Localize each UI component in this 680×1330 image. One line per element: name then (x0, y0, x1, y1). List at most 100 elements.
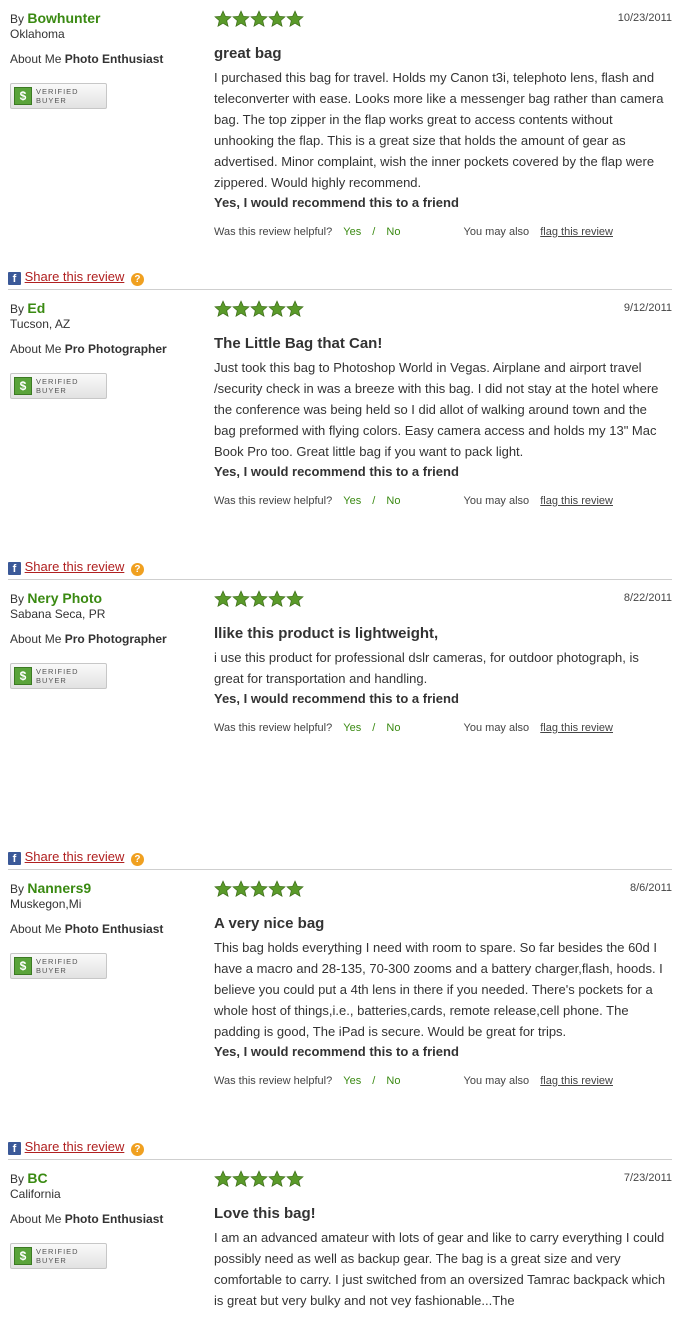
star-icon (214, 880, 232, 898)
help-icon[interactable]: ? (130, 273, 144, 286)
about-me-value: Pro Photographer (64, 632, 167, 646)
star-rating (214, 10, 672, 32)
flag-review-link[interactable]: flag this review (540, 226, 613, 238)
star-icon (232, 880, 250, 898)
review-title: A very nice bag (214, 915, 325, 932)
reviewer-name[interactable]: Ed (27, 300, 45, 316)
review-title: great bag (214, 45, 282, 62)
facebook-icon[interactable]: f (8, 272, 21, 285)
verified-label: VERIFIED (36, 87, 79, 96)
share-review-link[interactable]: Share this review (25, 269, 125, 284)
reviewer-name[interactable]: Bowhunter (27, 10, 100, 26)
helpful-no-link[interactable]: No (386, 1075, 400, 1087)
helpful-no-link[interactable]: No (386, 226, 400, 238)
help-icon[interactable]: ? (130, 563, 144, 576)
review-body: This bag holds everything I need with ro… (214, 940, 663, 1039)
verified-buyer-badge: $ VERIFIED BUYER (10, 83, 107, 109)
buyer-label: BUYER (36, 386, 67, 395)
share-review-link[interactable]: Share this review (25, 1139, 125, 1154)
about-me-value: Pro Photographer (64, 342, 167, 356)
dollar-icon: $ (14, 1247, 32, 1265)
reviewer-name[interactable]: BC (27, 1170, 47, 1186)
share-row: f Share this review ? (8, 269, 144, 286)
helpful-no-link[interactable]: No (386, 495, 400, 507)
reviewer-location: Muskegon,Mi (10, 897, 82, 911)
verified-buyer-badge: $ VERIFIED BUYER (10, 663, 107, 689)
star-icon (214, 300, 232, 318)
helpful-yes-link[interactable]: Yes (343, 722, 361, 734)
star-icon (268, 880, 286, 898)
helpful-separator: / (372, 226, 376, 238)
review-body: Just took this bag to Photoshop World in… (214, 360, 659, 459)
reviews-list: By Bowhunter Oklahoma About Me Photo Ent… (0, 0, 680, 1330)
share-review-link[interactable]: Share this review (25, 559, 125, 574)
star-icon (268, 1170, 286, 1188)
facebook-icon[interactable]: f (8, 1142, 21, 1155)
reviewer-location: Sabana Seca, PR (10, 607, 106, 621)
verified-buyer-badge: $ VERIFIED BUYER (10, 373, 107, 399)
reviewer-location: California (10, 1187, 61, 1201)
star-icon (250, 1170, 268, 1188)
review-content: 7/23/2011 Love this bag! I am an advance… (214, 1170, 672, 1311)
review-body: I am an advanced amateur with lots of ge… (214, 1230, 666, 1308)
star-icon (214, 590, 232, 608)
review-date: 8/6/2011 (629, 882, 672, 894)
star-rating (214, 1170, 672, 1192)
star-icon (214, 1170, 232, 1188)
help-icon[interactable]: ? (130, 1143, 144, 1156)
by-label: By (10, 12, 25, 26)
review-date: 8/22/2011 (623, 592, 672, 604)
star-icon (250, 880, 268, 898)
helpful-yes-link[interactable]: Yes (343, 495, 361, 507)
helpful-no-link[interactable]: No (386, 722, 400, 734)
helpful-yes-link[interactable]: Yes (343, 1075, 361, 1087)
star-rating (214, 590, 672, 612)
review-date: 9/12/2011 (623, 302, 672, 314)
may-also-label: You may also (463, 722, 530, 734)
reviewer-name[interactable]: Nery Photo (27, 590, 102, 606)
facebook-icon[interactable]: f (8, 562, 21, 575)
review-date: 7/23/2011 (623, 1172, 672, 1184)
helpful-separator: / (372, 722, 376, 734)
star-icon (286, 590, 304, 608)
dollar-icon: $ (14, 957, 32, 975)
reviewer-location: Oklahoma (10, 27, 65, 41)
help-icon[interactable]: ? (130, 853, 144, 866)
may-also-label: You may also (463, 226, 530, 238)
helpful-question: Was this review helpful? (214, 495, 333, 507)
review-title: llike this product is lightweight, (214, 625, 439, 642)
star-icon (232, 590, 250, 608)
star-icon (286, 10, 304, 28)
about-me-label: About Me (10, 52, 62, 66)
reviewer-info: By Bowhunter Oklahoma About Me Photo Ent… (10, 10, 200, 109)
helpful-separator: / (372, 1075, 376, 1087)
helpful-row: Was this review helpful? Yes / No You ma… (214, 225, 672, 239)
flag-review-link[interactable]: flag this review (540, 1075, 613, 1087)
buyer-label: BUYER (36, 966, 67, 975)
share-review-link[interactable]: Share this review (25, 849, 125, 864)
recommend-text: Yes, I would recommend this to a friend (214, 691, 459, 706)
reviewer-info: By Nanners9 Muskegon,Mi About Me Photo E… (10, 880, 200, 979)
about-me-value: Photo Enthusiast (64, 922, 164, 936)
share-row: f Share this review ? (8, 559, 144, 576)
helpful-row: Was this review helpful? Yes / No You ma… (214, 1074, 672, 1088)
flag-review-link[interactable]: flag this review (540, 722, 613, 734)
reviewer-info: By Nery Photo Sabana Seca, PR About Me P… (10, 590, 200, 689)
verified-label: VERIFIED (36, 957, 79, 966)
review-title: Love this bag! (214, 1205, 316, 1222)
dollar-icon: $ (14, 87, 32, 105)
reviewer-name[interactable]: Nanners9 (27, 880, 91, 896)
facebook-icon[interactable]: f (8, 852, 21, 865)
reviewer-info: By Ed Tucson, AZ About Me Pro Photograph… (10, 300, 200, 399)
helpful-separator: / (372, 495, 376, 507)
may-also-label: You may also (463, 495, 530, 507)
helpful-question: Was this review helpful? (214, 722, 333, 734)
about-me-label: About Me (10, 342, 62, 356)
star-icon (250, 10, 268, 28)
flag-review-link[interactable]: flag this review (540, 495, 613, 507)
share-row: f Share this review ? (8, 849, 144, 866)
helpful-yes-link[interactable]: Yes (343, 226, 361, 238)
buyer-label: BUYER (36, 676, 67, 685)
review-content: 10/23/2011 great bag I purchased this ba… (214, 10, 672, 239)
recommend-text: Yes, I would recommend this to a friend (214, 1044, 459, 1059)
